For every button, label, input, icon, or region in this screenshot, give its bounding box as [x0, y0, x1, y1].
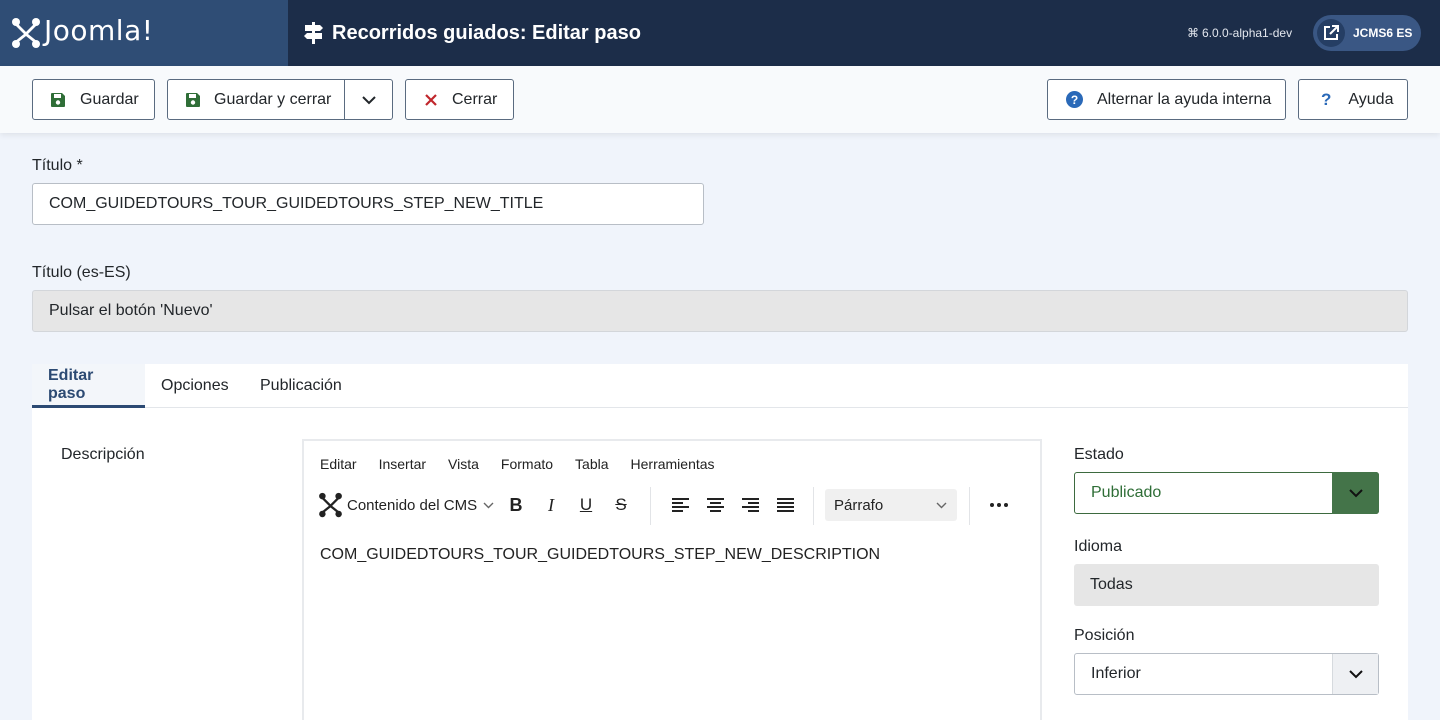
underline-icon: U: [579, 495, 593, 514]
save-icon: [186, 92, 200, 107]
chevron-down-icon: [1348, 670, 1363, 679]
joomla-logo-icon: [319, 492, 342, 518]
save-close-button[interactable]: Guardar y cerrar: [167, 79, 393, 120]
external-link-icon: [1317, 19, 1345, 47]
language-label: Idioma: [1074, 538, 1123, 555]
bold-icon: B: [509, 494, 523, 515]
logo-text: Joomla!: [44, 14, 154, 47]
tab-publishing[interactable]: Publicación: [244, 364, 358, 408]
chevron-down-icon: [1348, 489, 1363, 498]
position-caret: [1332, 654, 1378, 694]
title-lang-label: Título (es-ES): [32, 264, 131, 281]
language-field: Todas: [1074, 564, 1379, 606]
title-value: COM_GUIDEDTOURS_TOUR_GUIDEDTOURS_STEP_NE…: [49, 195, 544, 212]
block-format-value: Párrafo: [834, 496, 884, 514]
svg-text:?: ?: [1071, 93, 1078, 107]
save-button[interactable]: Guardar: [32, 79, 155, 120]
strikethrough-button[interactable]: S: [609, 489, 633, 521]
signpost-icon: [304, 22, 323, 44]
title-lang-field: Pulsar el botón 'Nuevo': [32, 290, 1408, 332]
description-label: Descripción: [61, 446, 145, 463]
menu-format[interactable]: Formato: [498, 456, 556, 472]
justify-button[interactable]: [773, 489, 797, 521]
title-input[interactable]: COM_GUIDEDTOURS_TOUR_GUIDEDTOURS_STEP_NE…: [32, 183, 704, 225]
more-icon: [990, 503, 1008, 507]
align-center-button[interactable]: [703, 489, 727, 521]
rich-text-editor: Editar Insertar Vista Formato Tabla Herr…: [302, 439, 1042, 720]
logo[interactable]: Joomla!: [0, 0, 288, 66]
page-title-area: Recorridos guiados: Editar paso: [304, 20, 641, 46]
inline-help-button[interactable]: ? Alternar la ayuda interna: [1047, 79, 1286, 120]
block-format-dropdown[interactable]: Párrafo: [825, 489, 957, 521]
position-value: Inferior: [1091, 665, 1141, 682]
inline-help-label: Alternar la ayuda interna: [1097, 90, 1272, 108]
align-left-icon: [671, 498, 689, 512]
close-button[interactable]: Cerrar: [405, 79, 514, 120]
position-label: Posición: [1074, 627, 1135, 644]
position-select[interactable]: Inferior: [1074, 653, 1379, 695]
toolbar-separator: [650, 487, 651, 525]
menu-tools[interactable]: Herramientas: [628, 456, 718, 472]
align-right-button[interactable]: [738, 489, 762, 521]
underline-button[interactable]: U: [574, 489, 598, 521]
tab-edit-step[interactable]: Editar paso: [32, 364, 145, 408]
status-value: Publicado: [1091, 484, 1162, 501]
bold-button[interactable]: B: [504, 489, 528, 521]
version-info: ⌘ 6.0.0-alpha1-dev: [1187, 26, 1292, 40]
menu-insert[interactable]: Insertar: [376, 456, 429, 472]
question-icon: ?: [1321, 89, 1332, 109]
save-label: Guardar: [80, 90, 139, 108]
joomla-small-icon: ⌘: [1187, 26, 1199, 40]
menu-table[interactable]: Tabla: [572, 456, 611, 472]
save-dropdown-toggle[interactable]: [344, 80, 393, 119]
align-right-icon: [741, 498, 759, 512]
language-value: Todas: [1090, 576, 1133, 593]
editor-content[interactable]: COM_GUIDEDTOURS_TOUR_GUIDEDTOURS_STEP_NE…: [320, 546, 880, 564]
strikethrough-icon: S: [615, 495, 627, 514]
site-link-button[interactable]: JCMS6 ES: [1313, 15, 1421, 51]
align-left-button[interactable]: [668, 489, 692, 521]
title-label: Título *: [32, 157, 83, 174]
save-close-label: Guardar y cerrar: [214, 90, 332, 108]
chevron-down-icon: [483, 502, 494, 508]
joomla-logo-icon: [12, 18, 40, 48]
italic-icon: I: [548, 494, 554, 515]
version-text: 6.0.0-alpha1-dev: [1202, 26, 1293, 40]
italic-button[interactable]: I: [539, 489, 563, 521]
site-label: JCMS6 ES: [1353, 26, 1413, 40]
align-center-icon: [706, 498, 724, 512]
close-label: Cerrar: [452, 90, 498, 108]
chevron-down-icon: [936, 502, 947, 508]
tab-options[interactable]: Opciones: [145, 364, 245, 408]
menu-edit[interactable]: Editar: [317, 456, 360, 472]
status-label: Estado: [1074, 446, 1124, 463]
status-caret: [1332, 472, 1379, 514]
help-label: Ayuda: [1348, 90, 1394, 108]
editor-toolbar: Contenido del CMS B I U S Párrafo: [304, 487, 1040, 527]
page-title: Recorridos guiados: Editar paso: [332, 21, 641, 44]
chevron-down-icon: [362, 95, 376, 104]
question-circle-icon: ?: [1066, 91, 1083, 108]
toolbar: Guardar Guardar y cerrar Cerrar ? Altern…: [0, 66, 1440, 133]
help-button[interactable]: ? Ayuda: [1298, 79, 1408, 120]
tab-bar: Editar paso Opciones Publicación: [32, 364, 1408, 408]
cms-content-label: Contenido del CMS: [347, 496, 478, 514]
align-justify-icon: [776, 498, 794, 512]
cms-content-dropdown[interactable]: Contenido del CMS: [318, 489, 496, 521]
status-select[interactable]: Publicado: [1074, 472, 1379, 514]
header-bar: Joomla! Recorridos guiados: Editar paso …: [0, 0, 1440, 66]
menu-view[interactable]: Vista: [445, 456, 482, 472]
save-icon: [51, 92, 65, 107]
editor-menubar: Editar Insertar Vista Formato Tabla Herr…: [304, 441, 734, 487]
close-icon: [425, 93, 437, 106]
title-lang-value: Pulsar el botón 'Nuevo': [49, 302, 213, 319]
toolbar-separator: [969, 487, 970, 525]
more-button[interactable]: [987, 489, 1011, 521]
toolbar-separator: [813, 487, 814, 525]
